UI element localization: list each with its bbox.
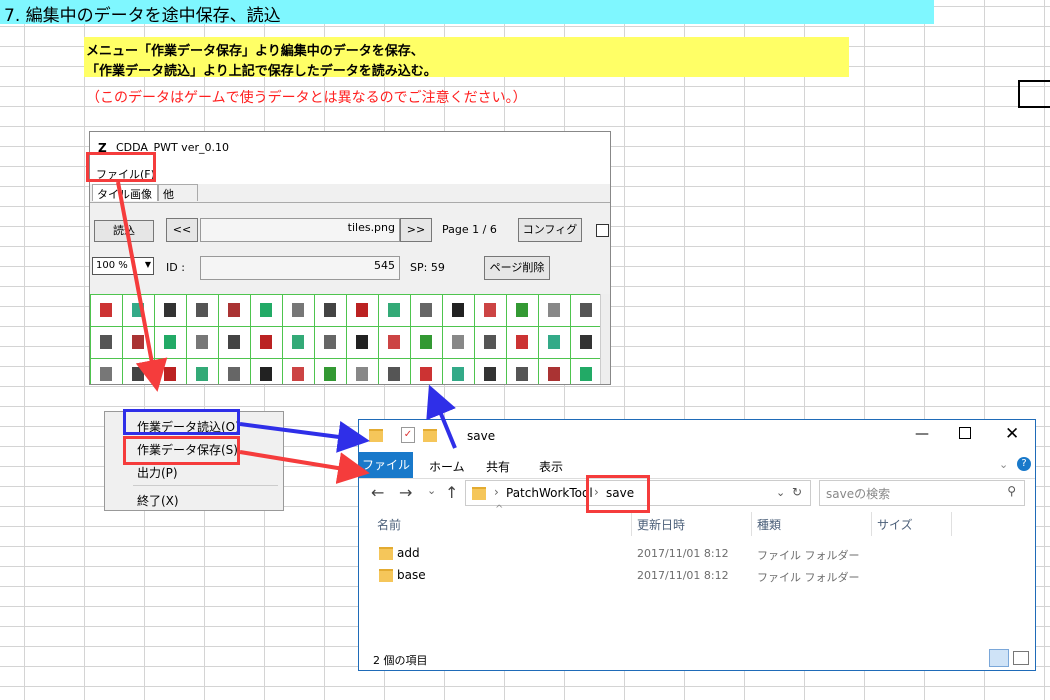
arrow-explorer-to-app	[426, 384, 457, 449]
arrow-load-to-explorer	[239, 421, 370, 453]
arrow-save-to-explorer	[239, 450, 370, 484]
arrow-file-to-menu	[116, 181, 168, 392]
callout-arrows	[116, 181, 457, 484]
